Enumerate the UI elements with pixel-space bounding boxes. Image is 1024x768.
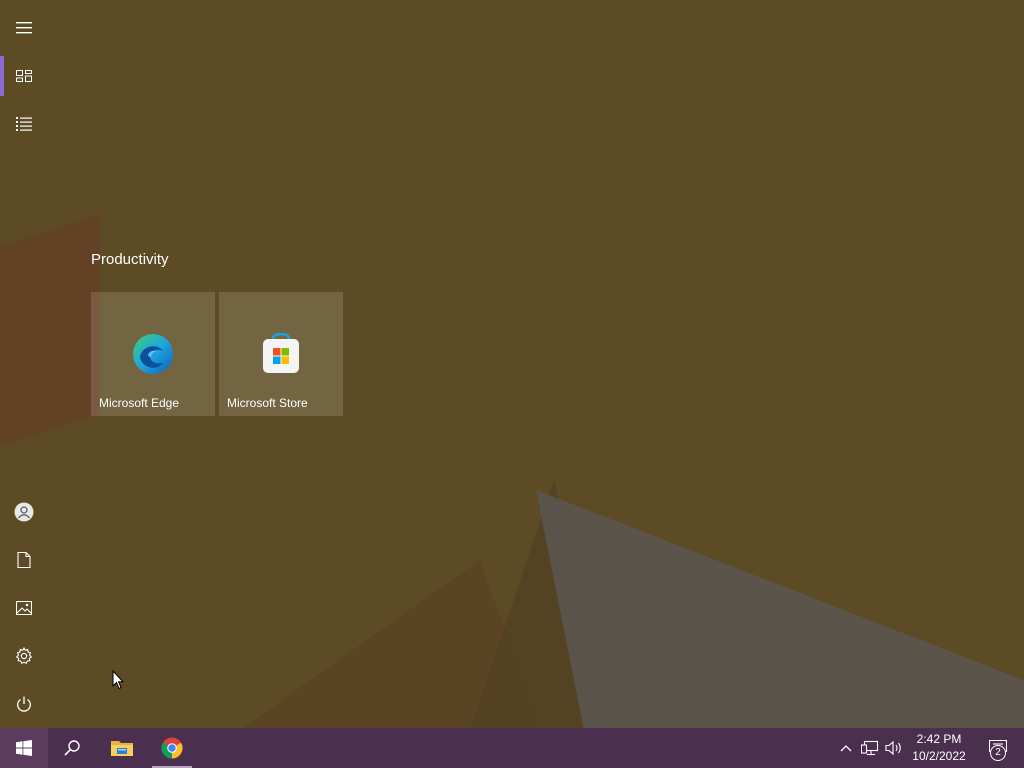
tile-label: Microsoft Store bbox=[227, 396, 308, 410]
wallpaper-shape bbox=[536, 490, 1024, 728]
mouse-cursor-icon bbox=[112, 670, 124, 690]
document-icon bbox=[17, 552, 31, 568]
gear-icon bbox=[15, 647, 33, 665]
chevron-up-icon bbox=[840, 745, 852, 752]
folder-icon bbox=[111, 741, 133, 756]
hamburger-icon bbox=[16, 22, 32, 34]
windows-logo-icon bbox=[16, 740, 32, 756]
clock-date: 10/2/2022 bbox=[912, 749, 966, 763]
show-hidden-icons-button[interactable] bbox=[836, 738, 856, 758]
microsoft-edge-tile[interactable]: Microsoft Edge bbox=[91, 292, 215, 416]
settings-button[interactable] bbox=[0, 632, 48, 680]
pinned-tiles-button[interactable] bbox=[0, 52, 48, 100]
tile-label: Microsoft Edge bbox=[99, 396, 180, 410]
network-icon bbox=[861, 740, 879, 756]
account-button[interactable] bbox=[0, 488, 48, 536]
search-icon bbox=[64, 740, 80, 756]
pictures-button[interactable] bbox=[0, 584, 48, 632]
notification-count-badge: 2 bbox=[990, 745, 1006, 761]
picture-icon bbox=[16, 601, 32, 615]
network-button[interactable] bbox=[860, 738, 880, 758]
documents-button[interactable] bbox=[0, 536, 48, 584]
microsoft-store-tile[interactable]: Microsoft Store bbox=[219, 292, 343, 416]
volume-button[interactable] bbox=[884, 738, 904, 758]
clock-time: 2:42 PM bbox=[916, 732, 962, 746]
start-button[interactable] bbox=[0, 728, 48, 768]
chrome-icon bbox=[161, 737, 183, 759]
chrome-button[interactable] bbox=[148, 728, 196, 768]
tiles-icon bbox=[16, 70, 32, 82]
search-button[interactable] bbox=[48, 728, 96, 768]
power-button[interactable] bbox=[0, 680, 48, 728]
edge-icon bbox=[133, 334, 173, 374]
taskbar-clock[interactable]: 2:42 PM 10/2/2022 bbox=[906, 731, 972, 765]
file-explorer-button[interactable] bbox=[98, 728, 146, 768]
user-icon bbox=[14, 502, 34, 522]
expand-menu-button[interactable] bbox=[0, 4, 48, 52]
start-menu-rail bbox=[0, 0, 48, 728]
all-apps-button[interactable] bbox=[0, 100, 48, 148]
power-icon bbox=[17, 696, 31, 712]
volume-icon bbox=[885, 740, 901, 756]
list-icon bbox=[16, 117, 32, 131]
taskbar: 2:42 PM 10/2/2022 bbox=[0, 728, 1024, 768]
tile-group-title[interactable]: Productivity bbox=[91, 251, 169, 268]
store-icon bbox=[263, 333, 299, 373]
notification-count: 2 bbox=[995, 747, 1001, 758]
